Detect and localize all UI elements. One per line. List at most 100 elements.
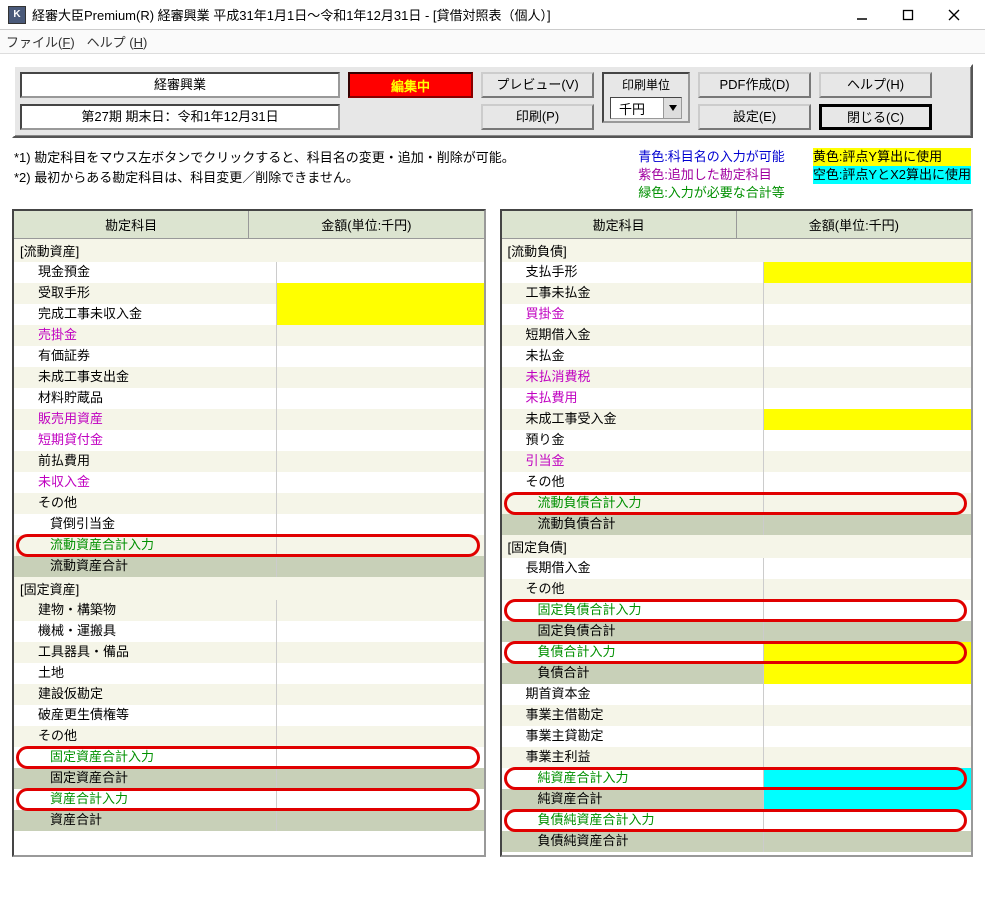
account-row[interactable]: 買掛金 bbox=[502, 304, 972, 325]
amount-cell[interactable] bbox=[276, 493, 484, 514]
menu-help[interactable]: ヘルプ (H) bbox=[87, 32, 148, 51]
account-row[interactable]: 短期借入金 bbox=[502, 325, 972, 346]
account-row[interactable]: 純資産合計入力 bbox=[502, 768, 972, 789]
amount-cell[interactable] bbox=[763, 768, 971, 789]
amount-cell[interactable] bbox=[763, 451, 971, 472]
account-row[interactable]: 受取手形 bbox=[14, 283, 484, 304]
account-row[interactable]: 材料貯蔵品 bbox=[14, 388, 484, 409]
amount-cell[interactable] bbox=[763, 705, 971, 726]
account-row[interactable]: 現金預金 bbox=[14, 262, 484, 283]
amount-cell[interactable] bbox=[763, 600, 971, 621]
account-row[interactable]: 破産更生債権等 bbox=[14, 705, 484, 726]
amount-cell[interactable] bbox=[276, 621, 484, 642]
amount-cell[interactable] bbox=[763, 472, 971, 493]
account-row[interactable]: 機械・運搬具 bbox=[14, 621, 484, 642]
amount-cell[interactable] bbox=[763, 747, 971, 768]
amount-cell[interactable] bbox=[276, 325, 484, 346]
account-row[interactable]: 工具器具・備品 bbox=[14, 642, 484, 663]
amount-cell[interactable] bbox=[276, 535, 484, 556]
account-row[interactable]: その他 bbox=[14, 493, 484, 514]
amount-cell[interactable] bbox=[276, 409, 484, 430]
amount-cell[interactable] bbox=[276, 663, 484, 684]
pdf-button[interactable]: PDF作成(D) bbox=[698, 72, 811, 98]
account-row[interactable]: 未払費用 bbox=[502, 388, 972, 409]
account-row[interactable]: 未払金 bbox=[502, 346, 972, 367]
amount-cell[interactable] bbox=[276, 367, 484, 388]
amount-cell[interactable] bbox=[276, 451, 484, 472]
amount-cell[interactable] bbox=[763, 346, 971, 367]
account-row[interactable]: 未成工事受入金 bbox=[502, 409, 972, 430]
account-row[interactable]: その他 bbox=[14, 726, 484, 747]
amount-cell[interactable] bbox=[276, 789, 484, 810]
amount-cell[interactable] bbox=[276, 642, 484, 663]
account-row[interactable]: 建設仮勘定 bbox=[14, 684, 484, 705]
menu-file[interactable]: ファイル(F) bbox=[6, 32, 75, 51]
amount-cell[interactable] bbox=[276, 514, 484, 535]
amount-cell[interactable] bbox=[763, 726, 971, 747]
account-row[interactable]: その他 bbox=[502, 579, 972, 600]
help-button[interactable]: ヘルプ(H) bbox=[819, 72, 932, 98]
amount-cell[interactable] bbox=[276, 304, 484, 325]
account-row[interactable]: 未収入金 bbox=[14, 472, 484, 493]
account-row[interactable]: 固定負債合計入力 bbox=[502, 600, 972, 621]
account-row[interactable]: その他 bbox=[502, 472, 972, 493]
account-row[interactable]: 支払手形 bbox=[502, 262, 972, 283]
amount-cell[interactable] bbox=[763, 642, 971, 663]
close-button[interactable] bbox=[931, 1, 977, 29]
amount-cell[interactable] bbox=[276, 705, 484, 726]
print-unit-select[interactable]: 千円 bbox=[610, 97, 682, 119]
account-row[interactable]: 短期貸付金 bbox=[14, 430, 484, 451]
account-row[interactable]: 未払消費税 bbox=[502, 367, 972, 388]
account-row[interactable]: 土地 bbox=[14, 663, 484, 684]
account-row[interactable]: 有価証券 bbox=[14, 346, 484, 367]
amount-cell[interactable] bbox=[763, 262, 971, 283]
account-row[interactable]: 販売用資産 bbox=[14, 409, 484, 430]
settings-button[interactable]: 設定(E) bbox=[698, 104, 811, 130]
account-row[interactable]: 期首資本金 bbox=[502, 684, 972, 705]
account-row[interactable]: 固定資産合計入力 bbox=[14, 747, 484, 768]
amount-cell[interactable] bbox=[276, 684, 484, 705]
amount-cell[interactable] bbox=[763, 325, 971, 346]
amount-cell[interactable] bbox=[763, 283, 971, 304]
account-row[interactable]: 長期借入金 bbox=[502, 558, 972, 579]
amount-cell[interactable] bbox=[763, 304, 971, 325]
amount-cell[interactable] bbox=[763, 493, 971, 514]
amount-cell[interactable] bbox=[763, 430, 971, 451]
account-row[interactable]: 資産合計入力 bbox=[14, 789, 484, 810]
amount-cell[interactable] bbox=[276, 747, 484, 768]
account-row[interactable]: 引当金 bbox=[502, 451, 972, 472]
amount-cell[interactable] bbox=[763, 388, 971, 409]
amount-cell[interactable] bbox=[763, 684, 971, 705]
amount-cell[interactable] bbox=[763, 579, 971, 600]
amount-cell[interactable] bbox=[276, 262, 484, 283]
amount-cell[interactable] bbox=[276, 346, 484, 367]
amount-cell[interactable] bbox=[276, 726, 484, 747]
amount-cell[interactable] bbox=[276, 388, 484, 409]
amount-cell[interactable] bbox=[276, 283, 484, 304]
print-button[interactable]: 印刷(P) bbox=[481, 104, 594, 130]
account-row[interactable]: 事業主貸勘定 bbox=[502, 726, 972, 747]
maximize-button[interactable] bbox=[885, 1, 931, 29]
amount-cell[interactable] bbox=[763, 409, 971, 430]
account-row[interactable]: 貸倒引当金 bbox=[14, 514, 484, 535]
account-row[interactable]: 事業主利益 bbox=[502, 747, 972, 768]
account-row[interactable]: 事業主借勘定 bbox=[502, 705, 972, 726]
account-row[interactable]: 流動負債合計入力 bbox=[502, 493, 972, 514]
account-row[interactable]: 工事未払金 bbox=[502, 283, 972, 304]
right-pane-body[interactable]: [流動負債]支払手形工事未払金買掛金短期借入金未払金未払消費税未払費用未成工事受… bbox=[502, 239, 972, 855]
account-row[interactable]: 預り金 bbox=[502, 430, 972, 451]
account-row[interactable]: 建物・構築物 bbox=[14, 600, 484, 621]
close-panel-button[interactable]: 閉じる(C) bbox=[819, 104, 932, 130]
account-row[interactable]: 負債合計入力 bbox=[502, 642, 972, 663]
amount-cell[interactable] bbox=[763, 810, 971, 831]
account-row[interactable]: 負債純資産合計入力 bbox=[502, 810, 972, 831]
amount-cell[interactable] bbox=[276, 472, 484, 493]
minimize-button[interactable] bbox=[839, 1, 885, 29]
amount-cell[interactable] bbox=[763, 367, 971, 388]
amount-cell[interactable] bbox=[763, 558, 971, 579]
left-pane-body[interactable]: [流動資産]現金預金受取手形完成工事未収入金売掛金有価証券未成工事支出金材料貯蔵… bbox=[14, 239, 484, 855]
account-row[interactable]: 流動資産合計入力 bbox=[14, 535, 484, 556]
amount-cell[interactable] bbox=[276, 600, 484, 621]
account-row[interactable]: 未成工事支出金 bbox=[14, 367, 484, 388]
amount-cell[interactable] bbox=[276, 430, 484, 451]
